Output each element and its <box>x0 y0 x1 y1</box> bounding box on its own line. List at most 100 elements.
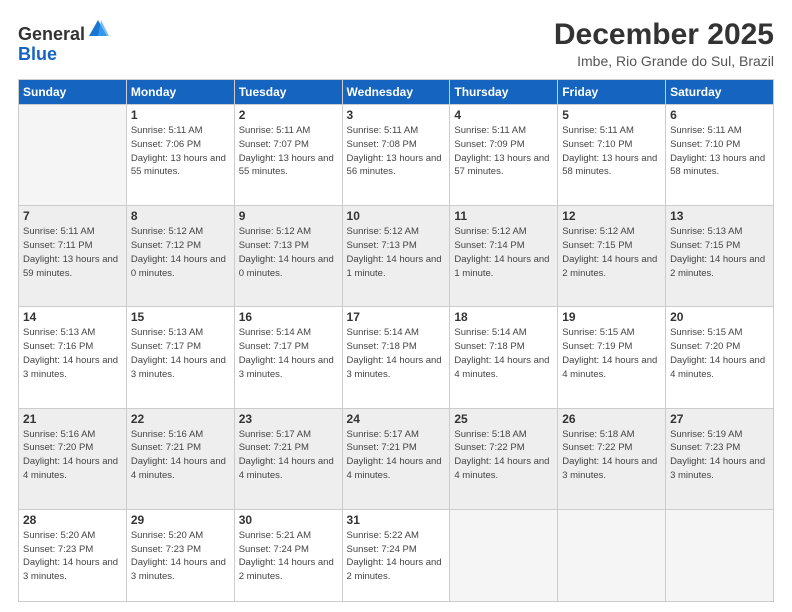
calendar-cell: 14 Sunrise: 5:13 AMSunset: 7:16 PMDayligh… <box>19 307 127 408</box>
calendar-cell: 25 Sunrise: 5:18 AMSunset: 7:22 PMDayligh… <box>450 408 558 509</box>
calendar-cell <box>558 509 666 601</box>
day-info: Sunrise: 5:13 AMSunset: 7:16 PMDaylight:… <box>23 326 122 381</box>
calendar-cell <box>19 105 127 206</box>
logo-icon <box>87 18 109 40</box>
day-info: Sunrise: 5:18 AMSunset: 7:22 PMDaylight:… <box>562 428 661 483</box>
day-number: 6 <box>670 108 769 122</box>
day-info: Sunrise: 5:11 AMSunset: 7:10 PMDaylight:… <box>562 124 661 179</box>
calendar-cell: 30 Sunrise: 5:21 AMSunset: 7:24 PMDayligh… <box>234 509 342 601</box>
calendar-cell: 24Sunrise: 5:17 AMSunset: 7:21 PMDayligh… <box>342 408 450 509</box>
calendar-week-row: 28Sunrise: 5:20 AMSunset: 7:23 PMDayligh… <box>19 509 774 601</box>
calendar-title: December 2025 <box>554 18 774 51</box>
logo-blue-text: Blue <box>18 44 57 64</box>
weekday-header-row: SundayMondayTuesdayWednesdayThursdayFrid… <box>19 80 774 105</box>
day-number: 11 <box>454 209 553 223</box>
day-info: Sunrise: 5:11 AMSunset: 7:07 PMDaylight:… <box>239 124 338 179</box>
day-number: 21 <box>23 412 122 426</box>
day-number: 30 <box>239 513 338 527</box>
calendar-cell: 10Sunrise: 5:12 AMSunset: 7:13 PMDayligh… <box>342 206 450 307</box>
calendar-cell: 6 Sunrise: 5:11 AMSunset: 7:10 PMDaylight… <box>666 105 774 206</box>
day-number: 19 <box>562 310 661 324</box>
calendar-cell: 22 Sunrise: 5:16 AMSunset: 7:21 PMDayligh… <box>126 408 234 509</box>
day-number: 31 <box>347 513 446 527</box>
day-number: 10 <box>347 209 446 223</box>
weekday-header-sunday: Sunday <box>19 80 127 105</box>
day-info: Sunrise: 5:16 AMSunset: 7:21 PMDaylight:… <box>131 428 230 483</box>
page: General Blue December 2025 Imbe, Rio Gra… <box>0 0 792 612</box>
day-info: Sunrise: 5:12 AMSunset: 7:14 PMDaylight:… <box>454 225 553 280</box>
calendar-cell: 20Sunrise: 5:15 AMSunset: 7:20 PMDayligh… <box>666 307 774 408</box>
day-info: Sunrise: 5:15 AMSunset: 7:20 PMDaylight:… <box>670 326 769 381</box>
day-info: Sunrise: 5:18 AMSunset: 7:22 PMDaylight:… <box>454 428 553 483</box>
calendar-subtitle: Imbe, Rio Grande do Sul, Brazil <box>554 53 774 69</box>
day-number: 29 <box>131 513 230 527</box>
day-info: Sunrise: 5:17 AMSunset: 7:21 PMDaylight:… <box>347 428 446 483</box>
calendar-cell: 23 Sunrise: 5:17 AMSunset: 7:21 PMDayligh… <box>234 408 342 509</box>
calendar-cell: 21 Sunrise: 5:16 AMSunset: 7:20 PMDayligh… <box>19 408 127 509</box>
day-info: Sunrise: 5:17 AMSunset: 7:21 PMDaylight:… <box>239 428 338 483</box>
weekday-header-wednesday: Wednesday <box>342 80 450 105</box>
calendar-cell: 1 Sunrise: 5:11 AMSunset: 7:06 PMDaylight… <box>126 105 234 206</box>
day-number: 1 <box>131 108 230 122</box>
calendar-cell: 29 Sunrise: 5:20 AMSunset: 7:23 PMDayligh… <box>126 509 234 601</box>
day-info: Sunrise: 5:22 AMSunset: 7:24 PMDaylight:… <box>347 529 446 584</box>
day-number: 5 <box>562 108 661 122</box>
calendar-cell: 15 Sunrise: 5:13 AMSunset: 7:17 PMDayligh… <box>126 307 234 408</box>
day-info: Sunrise: 5:12 AMSunset: 7:15 PMDaylight:… <box>562 225 661 280</box>
calendar-cell: 3 Sunrise: 5:11 AMSunset: 7:08 PMDaylight… <box>342 105 450 206</box>
calendar-cell: 5 Sunrise: 5:11 AMSunset: 7:10 PMDaylight… <box>558 105 666 206</box>
weekday-header-tuesday: Tuesday <box>234 80 342 105</box>
day-number: 3 <box>347 108 446 122</box>
calendar-table: SundayMondayTuesdayWednesdayThursdayFrid… <box>18 79 774 602</box>
calendar-week-row: 14 Sunrise: 5:13 AMSunset: 7:16 PMDayligh… <box>19 307 774 408</box>
calendar-cell: 8Sunrise: 5:12 AMSunset: 7:12 PMDaylight… <box>126 206 234 307</box>
day-number: 23 <box>239 412 338 426</box>
calendar-cell: 11 Sunrise: 5:12 AMSunset: 7:14 PMDayligh… <box>450 206 558 307</box>
weekday-header-friday: Friday <box>558 80 666 105</box>
day-number: 16 <box>239 310 338 324</box>
day-info: Sunrise: 5:14 AMSunset: 7:17 PMDaylight:… <box>239 326 338 381</box>
day-info: Sunrise: 5:12 AMSunset: 7:13 PMDaylight:… <box>239 225 338 280</box>
calendar-cell <box>450 509 558 601</box>
day-info: Sunrise: 5:20 AMSunset: 7:23 PMDaylight:… <box>131 529 230 584</box>
day-info: Sunrise: 5:14 AMSunset: 7:18 PMDaylight:… <box>347 326 446 381</box>
title-block: December 2025 Imbe, Rio Grande do Sul, B… <box>554 18 774 69</box>
calendar-cell: 26Sunrise: 5:18 AMSunset: 7:22 PMDayligh… <box>558 408 666 509</box>
calendar-week-row: 1 Sunrise: 5:11 AMSunset: 7:06 PMDaylight… <box>19 105 774 206</box>
day-info: Sunrise: 5:16 AMSunset: 7:20 PMDaylight:… <box>23 428 122 483</box>
day-info: Sunrise: 5:11 AMSunset: 7:10 PMDaylight:… <box>670 124 769 179</box>
calendar-cell: 28Sunrise: 5:20 AMSunset: 7:23 PMDayligh… <box>19 509 127 601</box>
calendar-cell: 13 Sunrise: 5:13 AMSunset: 7:15 PMDayligh… <box>666 206 774 307</box>
calendar-cell <box>666 509 774 601</box>
calendar-cell: 2 Sunrise: 5:11 AMSunset: 7:07 PMDaylight… <box>234 105 342 206</box>
day-number: 27 <box>670 412 769 426</box>
day-info: Sunrise: 5:15 AMSunset: 7:19 PMDaylight:… <box>562 326 661 381</box>
day-number: 15 <box>131 310 230 324</box>
day-info: Sunrise: 5:13 AMSunset: 7:15 PMDaylight:… <box>670 225 769 280</box>
day-number: 25 <box>454 412 553 426</box>
day-number: 22 <box>131 412 230 426</box>
day-info: Sunrise: 5:14 AMSunset: 7:18 PMDaylight:… <box>454 326 553 381</box>
day-number: 13 <box>670 209 769 223</box>
day-number: 12 <box>562 209 661 223</box>
day-number: 14 <box>23 310 122 324</box>
day-number: 8 <box>131 209 230 223</box>
day-number: 4 <box>454 108 553 122</box>
header: General Blue December 2025 Imbe, Rio Gra… <box>18 18 774 69</box>
calendar-cell: 16 Sunrise: 5:14 AMSunset: 7:17 PMDayligh… <box>234 307 342 408</box>
logo: General Blue <box>18 18 109 65</box>
day-info: Sunrise: 5:20 AMSunset: 7:23 PMDaylight:… <box>23 529 122 584</box>
day-number: 2 <box>239 108 338 122</box>
day-info: Sunrise: 5:21 AMSunset: 7:24 PMDaylight:… <box>239 529 338 584</box>
calendar-cell: 31 Sunrise: 5:22 AMSunset: 7:24 PMDayligh… <box>342 509 450 601</box>
day-info: Sunrise: 5:11 AMSunset: 7:08 PMDaylight:… <box>347 124 446 179</box>
weekday-header-saturday: Saturday <box>666 80 774 105</box>
calendar-cell: 18Sunrise: 5:14 AMSunset: 7:18 PMDayligh… <box>450 307 558 408</box>
day-number: 17 <box>347 310 446 324</box>
day-info: Sunrise: 5:11 AMSunset: 7:06 PMDaylight:… <box>131 124 230 179</box>
calendar-cell: 7Sunrise: 5:11 AMSunset: 7:11 PMDaylight… <box>19 206 127 307</box>
calendar-cell: 17 Sunrise: 5:14 AMSunset: 7:18 PMDayligh… <box>342 307 450 408</box>
day-info: Sunrise: 5:13 AMSunset: 7:17 PMDaylight:… <box>131 326 230 381</box>
day-info: Sunrise: 5:11 AMSunset: 7:11 PMDaylight:… <box>23 225 122 280</box>
calendar-week-row: 21 Sunrise: 5:16 AMSunset: 7:20 PMDayligh… <box>19 408 774 509</box>
